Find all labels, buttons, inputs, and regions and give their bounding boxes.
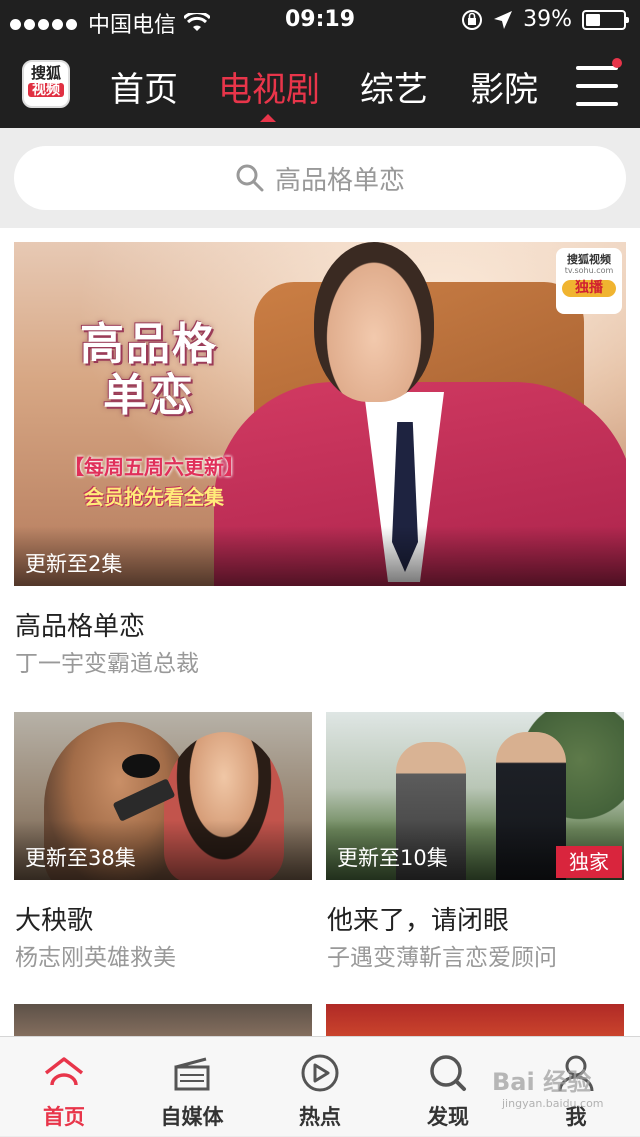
show-card[interactable] [14, 1004, 312, 1036]
clapperboard-icon [174, 1057, 210, 1091]
location-arrow-icon [494, 10, 513, 29]
watermark-main: Bai 经验 [492, 1068, 592, 1096]
exclusive-badge: 独家 [556, 846, 622, 878]
episode-label: 更新至2集 [25, 552, 123, 576]
search-icon [236, 164, 264, 192]
baidu-jingyan-watermark: Bai 经验 jingyan.baidu.com [492, 1062, 604, 1110]
episode-label: 更新至38集 [25, 846, 136, 870]
top-nav-bar: 搜狐 视频 首页 电视剧 综艺 影院 [0, 40, 640, 128]
tabbar-label: 自媒体 [160, 1105, 224, 1129]
active-tab-indicator [260, 114, 276, 122]
promo-line1: 【每周五周六更新】 [64, 455, 244, 479]
show-title[interactable]: 大秧歌 [15, 900, 93, 937]
tab-variety[interactable]: 综艺 [360, 62, 428, 111]
show-subtitle: 子遇变薄靳言恋爱顾问 [327, 945, 557, 971]
tab-home[interactable]: 首页 [110, 62, 178, 111]
logo-text-top: 搜狐 [30, 64, 61, 82]
show-card[interactable] [326, 1004, 624, 1036]
content-feed: 高品格 单恋 【每周五周六更新】 会员抢先看全集 搜狐视频 tv.sohu.co… [0, 228, 640, 1036]
search-input[interactable]: 高品格单恋 [14, 146, 626, 210]
hamburger-menu-icon[interactable] [574, 58, 622, 108]
tabbar-label: 首页 [43, 1105, 85, 1129]
battery-level-fill [586, 13, 600, 26]
hero-title[interactable]: 高品格单恋 [15, 606, 145, 643]
badge-exclusive: 独播 [562, 279, 616, 297]
battery-icon [582, 9, 629, 30]
badge-url: tv.sohu.com [564, 266, 614, 276]
hero-title-artwork: 高品格 单恋 [44, 319, 254, 421]
episode-label: 更新至10集 [337, 846, 448, 870]
show-card[interactable]: 更新至38集 [14, 712, 312, 880]
logo-text-bottom: 视频 [28, 83, 64, 98]
hero-subtitle: 丁一宇变霸道总裁 [15, 651, 199, 677]
promo-line2: 会员抢先看全集 [84, 485, 224, 509]
search-icon [430, 1055, 466, 1091]
artwork-title-line2: 单恋 [103, 369, 195, 421]
show-subtitle: 杨志刚英雄救美 [15, 945, 176, 971]
search-placeholder: 高品格单恋 [274, 165, 405, 196]
artwork-title-line1: 高品格 [80, 319, 218, 370]
tab-tv-series[interactable]: 电视剧 [218, 62, 320, 111]
tabbar-we-media[interactable]: 自媒体 [128, 1037, 256, 1137]
sohu-video-logo[interactable]: 搜狐 视频 [22, 60, 70, 108]
exclusive-broadcast-badge: 搜狐视频 tv.sohu.com 独播 [556, 248, 622, 314]
watermark-url: jingyan.baidu.com [502, 1097, 604, 1110]
hero-banner[interactable]: 高品格 单恋 【每周五周六更新】 会员抢先看全集 搜狐视频 tv.sohu.co… [14, 242, 626, 586]
notification-dot [612, 58, 622, 68]
hero-promo-text: 【每周五周六更新】 会员抢先看全集 [34, 452, 274, 512]
search-area: 高品格单恋 [0, 128, 640, 228]
tabbar-home[interactable]: 首页 [0, 1037, 128, 1137]
play-circle-icon [301, 1054, 339, 1092]
badge-brand: 搜狐视频 [567, 253, 611, 266]
battery-percent: 39% [523, 7, 572, 32]
show-title[interactable]: 他来了，请闭眼 [327, 900, 509, 937]
home-roof-icon [44, 1057, 84, 1086]
tabbar-hot[interactable]: 热点 [256, 1037, 384, 1137]
show-card[interactable]: 更新至10集 独家 [326, 712, 624, 880]
status-bar: 中国电信 09:19 39% [0, 0, 640, 40]
tab-cinema[interactable]: 影院 [470, 62, 538, 111]
tabbar-label: 热点 [299, 1105, 341, 1129]
rotation-lock-icon [462, 9, 483, 30]
